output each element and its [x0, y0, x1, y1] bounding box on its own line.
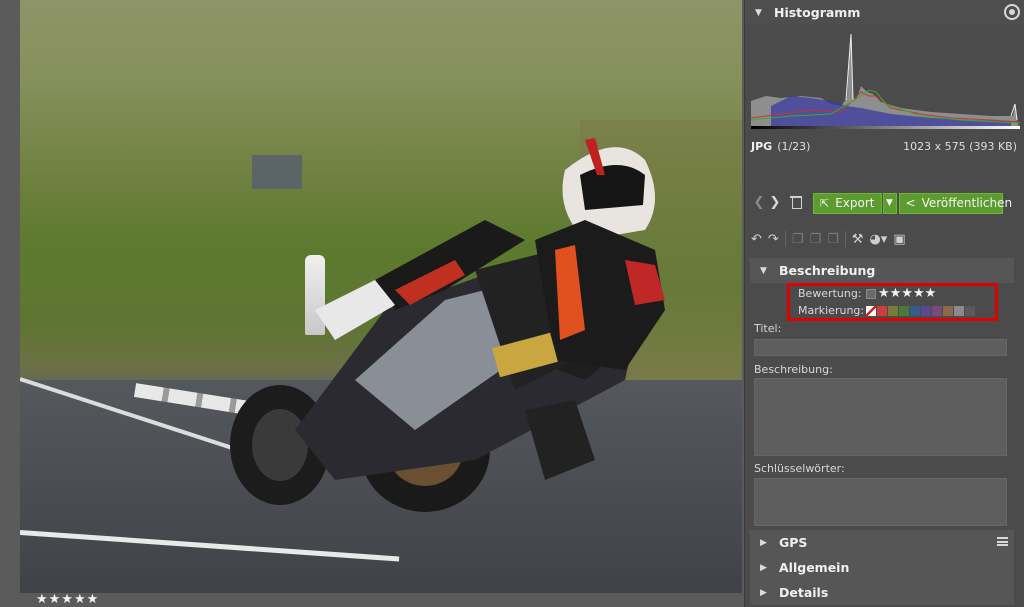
description-section-header[interactable]: ▼ Beschreibung — [750, 258, 1014, 283]
file-format-info: JPG (1/23) — [751, 140, 810, 156]
paste-selective-icon[interactable]: ❐ — [827, 232, 839, 247]
gps-section-header[interactable]: ▶ GPS — [750, 530, 1014, 555]
edit-toolbar: ↶ ↷ ❐ ❐ ❐ ⚒ ◕▾ ▣ — [751, 228, 1019, 250]
expand-triangle-icon: ▶ — [760, 587, 767, 598]
photo-viewer: ★★★★★ — [0, 0, 744, 607]
annotation-highlight-box — [787, 283, 998, 321]
gps-title: GPS — [779, 535, 808, 550]
general-section-header[interactable]: ▶ Allgemein — [750, 555, 1014, 580]
previous-icon[interactable]: ❮ — [751, 193, 767, 213]
collapse-triangle-icon: ▼ — [755, 7, 762, 18]
title-field[interactable] — [754, 339, 1007, 356]
copy-icon[interactable]: ❐ — [792, 232, 804, 247]
histogram-title: Histogramm — [774, 5, 861, 20]
export-dropdown-button[interactable]: ▼ — [882, 192, 897, 214]
general-title: Allgemein — [779, 560, 850, 575]
rotate-right-icon[interactable]: ↷ — [768, 232, 779, 247]
paste-icon[interactable]: ❐ — [809, 232, 821, 247]
export-button[interactable]: ⇱ Export — [813, 192, 882, 214]
expand-triangle-icon: ▶ — [760, 537, 767, 548]
collapse-triangle-icon: ▼ — [760, 265, 767, 276]
histogram-tone-bar — [751, 126, 1020, 129]
delete-icon[interactable] — [787, 193, 805, 213]
thumbnail-rating-stars[interactable]: ★★★★★ — [36, 593, 99, 607]
description-section-title: Beschreibung — [779, 263, 876, 278]
export-label: Export — [835, 196, 875, 210]
app-window: ★★★★★ ▼ Histogramm JPG (1/23) 1023 x 575 … — [0, 0, 1024, 607]
details-section-header[interactable]: ▶ Details — [750, 580, 1014, 605]
details-title: Details — [779, 585, 829, 600]
effects-icon[interactable]: ◕▾ — [869, 232, 887, 247]
publish-button[interactable]: < Veröffentlichen — [898, 192, 1012, 214]
file-dimensions: 1023 x 575 (393 KB) — [903, 140, 1017, 153]
divider — [844, 231, 846, 247]
description-label: Beschreibung: — [754, 363, 833, 376]
expand-triangle-icon: ▶ — [760, 562, 767, 573]
tools-icon[interactable]: ⚒ — [852, 232, 864, 247]
next-icon[interactable]: ❯ — [767, 193, 783, 213]
description-field[interactable] — [754, 378, 1007, 456]
main-photo[interactable] — [20, 0, 742, 593]
publish-label: Veröffentlichen — [921, 196, 1013, 210]
histogram-settings-icon[interactable] — [1006, 6, 1018, 18]
menu-icon[interactable] — [997, 537, 1008, 546]
motorcycle-rider — [230, 138, 665, 512]
title-label: Titel: — [754, 322, 782, 335]
file-format: JPG — [751, 140, 773, 153]
chevron-down-icon: ▼ — [886, 198, 893, 208]
file-index: (1/23) — [777, 140, 811, 153]
wallpaper-icon[interactable]: ▣ — [893, 232, 905, 247]
keywords-field[interactable] — [754, 478, 1007, 526]
share-icon: < — [905, 196, 916, 210]
file-info: JPG (1/23) 1023 x 575 (393 KB) — [751, 140, 1017, 156]
keywords-label: Schlüsselwörter: — [754, 462, 845, 475]
histogram-header[interactable]: ▼ Histogramm — [745, 0, 1024, 25]
export-icon: ⇱ — [820, 196, 830, 210]
action-toolbar: ❮ ❯ ⇱ Export ▼ < Veröffentlichen — [751, 192, 1019, 214]
histogram-chart — [751, 33, 1020, 129]
divider — [784, 231, 786, 247]
rotate-left-icon[interactable]: ↶ — [751, 232, 762, 247]
